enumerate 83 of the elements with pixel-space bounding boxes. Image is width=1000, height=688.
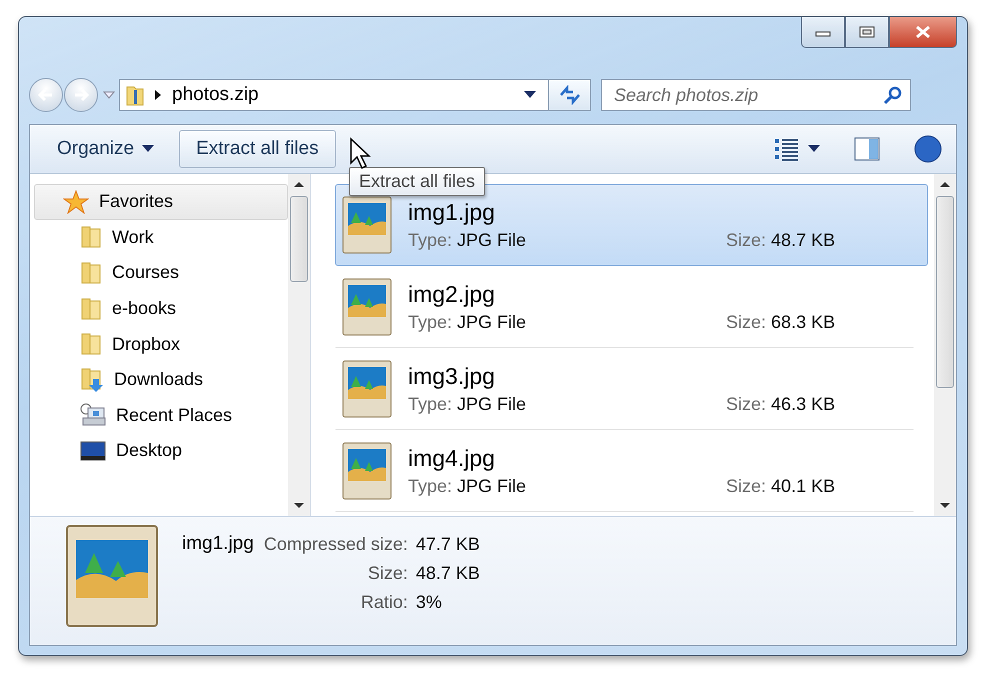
type-label: Type: [408,476,452,496]
scroll-down-icon[interactable] [293,502,305,510]
file-name: img2.jpg [408,281,495,308]
tooltip: Extract all files [349,167,486,196]
download-folder-icon [80,366,104,393]
image-file-icon [342,360,392,418]
dropdown-icon[interactable] [808,145,820,153]
type-label: Type: [408,230,452,250]
zip-folder-icon [126,84,144,106]
image-file-icon [342,278,392,336]
detail-label: Size: [366,563,408,584]
search-icon [883,85,903,105]
sidebar-item[interactable]: Favorites [34,184,288,220]
file-name: img3.jpg [408,363,495,390]
refresh-icon [558,85,582,105]
file-type: JPG File [457,312,526,332]
extract-button[interactable]: Extract all files [179,130,336,168]
image-file-icon [342,442,392,500]
sidebar-item[interactable]: Courses [34,255,288,291]
detail-value: 48.7 KB [416,563,480,584]
size-label: Size: [726,312,766,332]
restore-icon [859,26,875,38]
forward-button[interactable] [64,78,98,112]
cursor-icon [349,137,371,171]
file-item[interactable]: img3.jpg Type: JPG File Size: 46.3 KB [335,348,914,430]
scrollbar[interactable] [288,174,310,516]
organize-menu[interactable]: Organize [40,130,172,168]
scroll-thumb[interactable] [936,196,954,388]
file-type: JPG File [457,230,526,250]
file-size: 68.3 KB [771,312,836,332]
file-item[interactable]: img2.jpg Type: JPG File Size: 68.3 KB [335,266,914,348]
sidebar-item[interactable]: Work [34,220,288,256]
minimize-button[interactable] [801,17,845,48]
file-name: img4.jpg [408,445,495,472]
sidebar-item[interactable]: Dropbox [34,326,288,362]
address-path: photos.zip [172,84,260,106]
star-icon [63,190,89,214]
sidebar-item[interactable]: Recent Places [34,398,288,434]
search-field[interactable]: Search photos.zip [601,79,911,111]
file-type: JPG File [457,394,526,414]
scroll-down-icon[interactable] [939,502,951,510]
folder-icon [80,296,102,321]
scroll-thumb[interactable] [290,196,308,282]
detail-value: 47.7 KB [416,534,480,555]
refresh-button[interactable] [549,79,591,111]
scroll-up-icon[interactable] [293,180,305,188]
type-label: Type: [408,394,452,414]
desktop-icon [80,440,106,462]
size-label: Size: [726,230,766,250]
back-button[interactable] [29,78,63,112]
address-bar[interactable]: photos.zip [119,79,549,111]
close-icon [914,25,932,39]
scroll-up-icon[interactable] [939,180,951,188]
size-label: Size: [726,476,766,496]
maximize-button[interactable] [845,17,889,48]
folder-icon [80,332,102,356]
file-size: 48.7 KB [771,230,836,250]
file-size: 46.3 KB [771,394,836,414]
file-name: img1.jpg [408,199,495,226]
scrollbar[interactable] [934,174,956,516]
file-size: 40.1 KB [771,476,836,496]
caret-icon [142,145,154,153]
close-button[interactable] [889,17,957,48]
image-file-icon [66,525,158,627]
detail-label: Ratio: [360,592,408,613]
details-file-name: img1.jpg [182,533,254,555]
file-type: JPG File [457,476,526,496]
sidebar-item[interactable]: e-books [34,290,288,326]
recent-places-icon [80,403,106,428]
dropdown-icon[interactable] [524,91,536,99]
breadcrumb-arrow-icon [154,89,162,101]
view-options-icon[interactable] [774,137,800,161]
folder-icon [80,260,102,285]
folder-icon [80,225,102,250]
preview-pane-icon[interactable] [854,137,880,161]
sidebar-item[interactable]: Desktop [34,433,288,469]
type-label: Type: [408,312,452,332]
size-label: Size: [726,394,766,414]
detail-value: 3% [416,592,443,613]
detail-label: Compressed size: [264,534,408,555]
image-file-icon [342,196,392,254]
file-item[interactable]: img4.jpg Type: JPG File Size: 40.1 KB [335,430,914,512]
sidebar-item[interactable]: Downloads [34,362,288,398]
